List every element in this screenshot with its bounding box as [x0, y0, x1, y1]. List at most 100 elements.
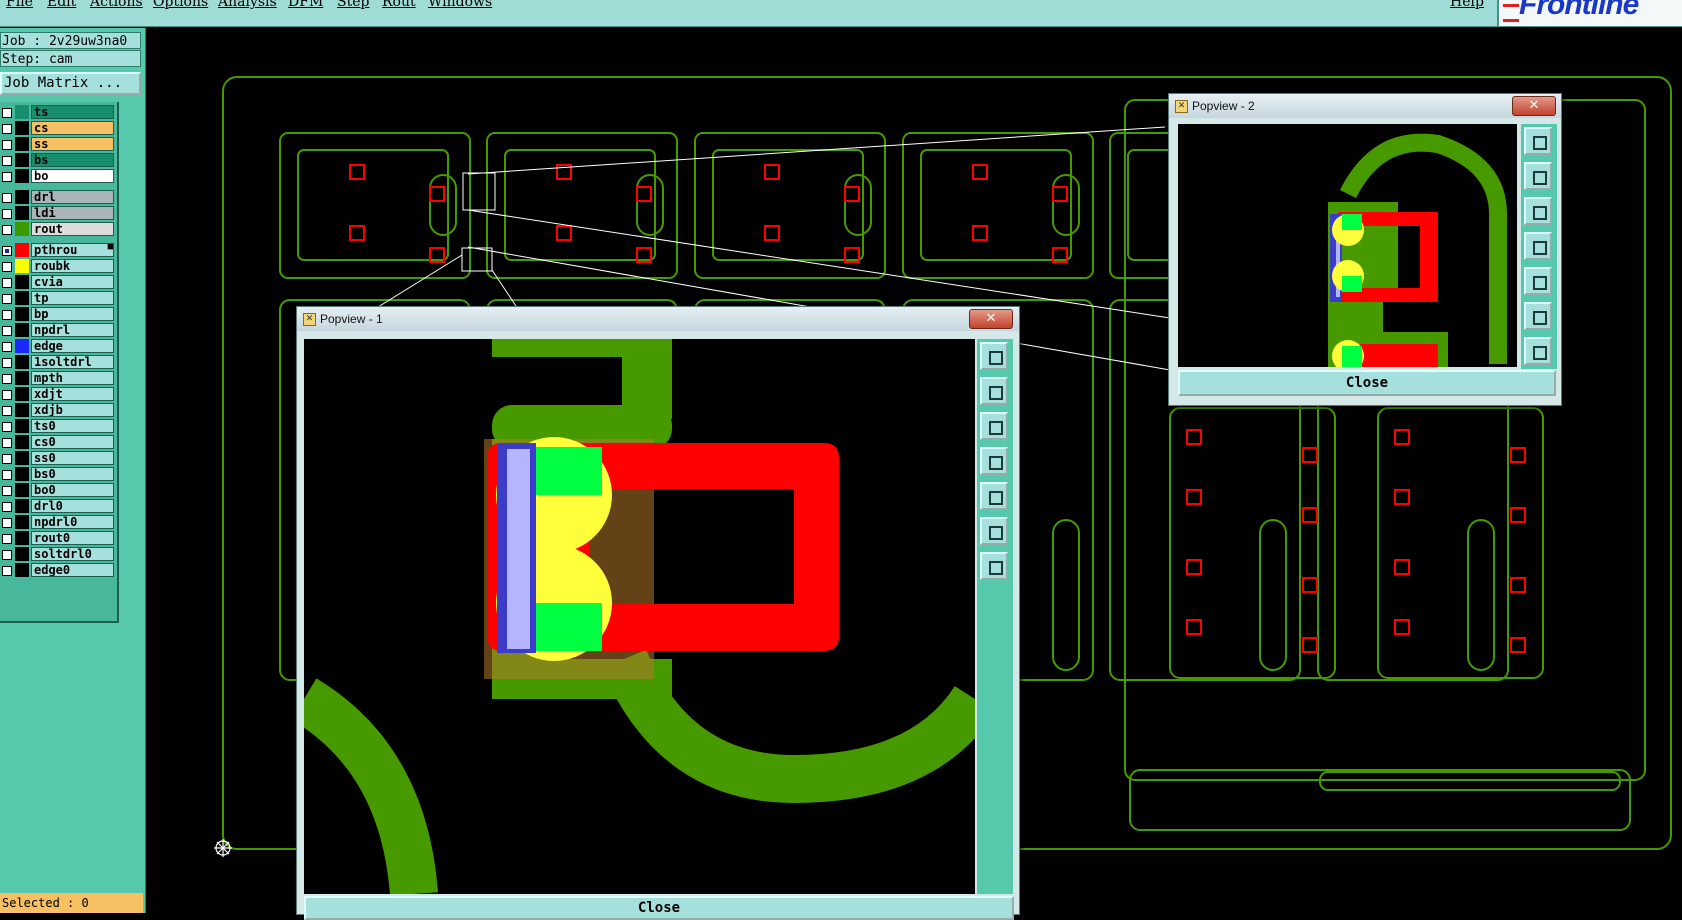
- layer-color-swatch[interactable]: [15, 563, 29, 577]
- layer-color-swatch[interactable]: [15, 387, 29, 401]
- layer-checkbox[interactable]: [2, 262, 12, 272]
- pan-right-icon[interactable]: [1524, 267, 1552, 295]
- layer-checkbox[interactable]: [2, 156, 12, 166]
- layer-name[interactable]: roubk: [31, 259, 114, 273]
- layer-row-roubk[interactable]: roubk: [0, 259, 116, 275]
- fit-screen-icon[interactable]: [1524, 302, 1552, 330]
- layer-checkbox[interactable]: [2, 438, 12, 448]
- layer-name[interactable]: soltdrl0: [31, 547, 114, 561]
- layer-name[interactable]: drl: [31, 190, 114, 204]
- layer-color-swatch[interactable]: [15, 323, 29, 337]
- layer-color-swatch[interactable]: [15, 339, 29, 353]
- pan-right-icon[interactable]: [980, 482, 1008, 510]
- layer-name[interactable]: edge: [31, 339, 114, 353]
- layer-name[interactable]: xdjt: [31, 387, 114, 401]
- layer-row-bo[interactable]: bo: [0, 169, 116, 185]
- menu-help[interactable]: Help: [1450, 0, 1484, 10]
- layer-row-ldi[interactable]: ldi: [0, 206, 116, 222]
- layer-row-ss[interactable]: ss: [0, 137, 116, 153]
- layer-row-drl[interactable]: drl: [0, 190, 116, 206]
- layer-row-ts0[interactable]: ts0: [0, 419, 116, 435]
- layer-name[interactable]: bp: [31, 307, 114, 321]
- layer-name[interactable]: npdrl: [31, 323, 114, 337]
- menu-windows[interactable]: Windows: [428, 0, 492, 10]
- layer-row-bp[interactable]: bp: [0, 307, 116, 323]
- layer-row-edge[interactable]: edge: [0, 339, 116, 355]
- menu-options[interactable]: Options: [153, 0, 208, 10]
- layer-color-swatch[interactable]: [15, 206, 29, 220]
- job-matrix-button[interactable]: Job Matrix ...: [0, 72, 141, 95]
- layer-checkbox[interactable]: [2, 486, 12, 496]
- zoom-in-icon[interactable]: [980, 377, 1008, 405]
- layer-name[interactable]: bo0: [31, 483, 114, 497]
- layer-row-rout0[interactable]: rout0: [0, 531, 116, 547]
- zoom-window-icon[interactable]: [1524, 127, 1552, 155]
- layer-color-swatch[interactable]: [15, 169, 29, 183]
- popview-1-close-x-button[interactable]: ✕: [969, 309, 1013, 329]
- layer-checkbox[interactable]: [2, 209, 12, 219]
- layer-color-swatch[interactable]: [15, 259, 29, 273]
- popview-2-viewport[interactable]: [1178, 124, 1517, 367]
- layer-name[interactable]: ts: [31, 105, 114, 119]
- layer-color-swatch[interactable]: [15, 105, 29, 119]
- menu-file[interactable]: File: [6, 0, 33, 10]
- layer-checkbox[interactable]: [2, 172, 12, 182]
- layer-checkbox[interactable]: [2, 278, 12, 288]
- layer-color-swatch[interactable]: [15, 515, 29, 529]
- layer-row-bs[interactable]: bs: [0, 153, 116, 169]
- layer-name[interactable]: xdjb: [31, 403, 114, 417]
- layer-color-swatch[interactable]: [15, 435, 29, 449]
- zoom-out-icon[interactable]: [980, 412, 1008, 440]
- layer-checkbox[interactable]: [2, 246, 12, 256]
- center-icon[interactable]: [1524, 337, 1552, 365]
- layer-name[interactable]: tp: [31, 291, 114, 305]
- layer-checkbox[interactable]: [2, 534, 12, 544]
- layer-checkbox[interactable]: [2, 502, 12, 512]
- layer-name[interactable]: cs: [31, 121, 114, 135]
- layer-row-edge0[interactable]: edge0: [0, 563, 116, 579]
- zoom-in-icon[interactable]: [1524, 162, 1552, 190]
- layer-name[interactable]: pthrou: [31, 243, 114, 257]
- layer-checkbox[interactable]: [2, 374, 12, 384]
- layer-color-swatch[interactable]: [15, 531, 29, 545]
- layer-color-swatch[interactable]: [15, 483, 29, 497]
- layer-name[interactable]: bs0: [31, 467, 114, 481]
- layer-checkbox[interactable]: [2, 358, 12, 368]
- layer-name[interactable]: rout0: [31, 531, 114, 545]
- popview-2-titlebar[interactable]: ✕ Popview - 2 ✕: [1169, 94, 1561, 118]
- layer-name[interactable]: npdrl0: [31, 515, 114, 529]
- layer-name[interactable]: ss0: [31, 451, 114, 465]
- popview-2-close-button[interactable]: Close: [1178, 370, 1556, 396]
- layer-name[interactable]: cs0: [31, 435, 114, 449]
- layer-checkbox[interactable]: [2, 140, 12, 150]
- layer-row-xdjt[interactable]: xdjt: [0, 387, 116, 403]
- layer-name[interactable]: bs: [31, 153, 114, 167]
- layer-row-cvia[interactable]: cvia: [0, 275, 116, 291]
- menu-edit[interactable]: Edit: [47, 0, 76, 10]
- layer-checkbox[interactable]: [2, 470, 12, 480]
- layer-color-swatch[interactable]: [15, 371, 29, 385]
- pan-left-icon[interactable]: [1524, 232, 1552, 260]
- layer-checkbox[interactable]: [2, 108, 12, 118]
- layer-color-swatch[interactable]: [15, 547, 29, 561]
- layer-color-swatch[interactable]: [15, 451, 29, 465]
- menu-dfm[interactable]: DFM: [288, 0, 323, 10]
- layer-name[interactable]: bo: [31, 169, 114, 183]
- layer-color-swatch[interactable]: [15, 291, 29, 305]
- layer-row-npdrl0[interactable]: npdrl0: [0, 515, 116, 531]
- layer-color-swatch[interactable]: [15, 355, 29, 369]
- layer-color-swatch[interactable]: [15, 419, 29, 433]
- popview-1-viewport[interactable]: [304, 339, 975, 894]
- layer-row-ss0[interactable]: ss0: [0, 451, 116, 467]
- layer-name[interactable]: edge0: [31, 563, 114, 577]
- layer-name[interactable]: cvia: [31, 275, 114, 289]
- layer-name[interactable]: 1soltdrl: [31, 355, 114, 369]
- layer-checkbox[interactable]: [2, 566, 12, 576]
- layer-checkbox[interactable]: [2, 550, 12, 560]
- layer-checkbox[interactable]: [2, 225, 12, 235]
- layer-color-swatch[interactable]: [15, 499, 29, 513]
- layer-row-npdrl[interactable]: npdrl: [0, 323, 116, 339]
- popview-2-close-x-button[interactable]: ✕: [1512, 96, 1556, 116]
- layer-row-bo0[interactable]: bo0: [0, 483, 116, 499]
- layer-row-cs[interactable]: cs: [0, 121, 116, 137]
